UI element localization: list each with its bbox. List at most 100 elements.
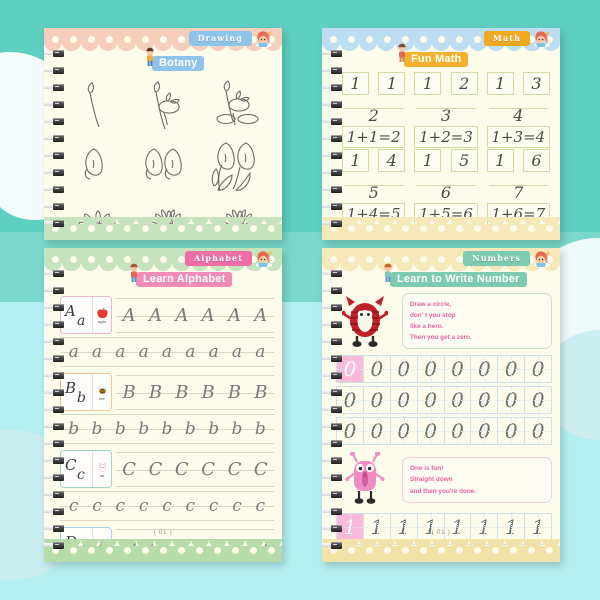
math-operand-box[interactable]: 6 <box>522 148 550 172</box>
number-trace-row[interactable]: 11111111 <box>336 513 552 541</box>
number-trace-cell[interactable]: 1 <box>389 513 417 541</box>
numbers-sections: Draw a circle, don' t you stop like a hero… <box>336 292 552 562</box>
math-fork-connector <box>487 172 550 185</box>
drawing-step <box>203 76 274 134</box>
letter-card[interactable]: Bb bee <box>60 373 112 411</box>
kid-icon <box>130 263 138 282</box>
uppercase-trace-lines[interactable]: AAAAAA <box>116 296 274 334</box>
number-trace-cell[interactable]: 0 <box>497 417 525 445</box>
math-problem: 1 3 4 1+3=4 <box>486 72 550 148</box>
math-operand-box[interactable]: 1 <box>342 148 369 172</box>
spiral-ring <box>44 508 66 515</box>
math-operand-box[interactable]: 1 <box>414 72 442 95</box>
trace-letter: B <box>122 381 136 403</box>
number-trace-cell[interactable]: 0 <box>497 386 525 414</box>
spiral-binding-math <box>322 28 344 240</box>
math-equation-box[interactable]: 1+1=2 <box>342 125 406 148</box>
lowercase-trace-row[interactable]: bbbbbbbbb <box>60 413 274 445</box>
trace-letter: B <box>254 381 268 403</box>
spiral-ring <box>44 491 66 498</box>
botany-heading: Botany <box>146 47 205 71</box>
alphabet-letter-block: Bb bee B B B B B Bb b b b b b b b b <box>60 371 274 445</box>
math-operand-box[interactable]: 1 <box>486 72 514 95</box>
math-fork-connector <box>414 95 477 108</box>
math-problem-row: 1 4 5 1+4=5 1 5 6 1+5=6 1 6 7 1+6=7 <box>342 148 550 226</box>
trace-letter: c <box>162 496 172 516</box>
drawing-page[interactable]: Drawing Botany <box>44 28 282 240</box>
letter-card[interactable]: Aa apple <box>60 296 112 334</box>
number-trace-cell[interactable]: 0 <box>470 386 498 414</box>
math-operand-box[interactable]: 2 <box>450 72 478 95</box>
spiral-ring <box>44 474 66 481</box>
alphabet-page[interactable]: Alphabet Learn Alphabet Aa apple A A A A A Aa a a… <box>44 248 282 562</box>
math-equation-box[interactable]: 1+2=3 <box>414 125 478 148</box>
number-trace-cell[interactable]: 0 <box>497 355 525 383</box>
number-trace-cell[interactable]: 0 <box>443 355 471 383</box>
number-trace-cell[interactable]: 0 <box>524 386 552 414</box>
math-operand-box[interactable]: 1 <box>486 148 514 172</box>
number-trace-cell[interactable]: 0 <box>389 417 417 445</box>
lowercase-trace-row[interactable]: aaaaaaaaa <box>60 336 274 368</box>
trace-letter: C <box>253 458 268 480</box>
trace-letter: B <box>201 381 215 403</box>
spiral-ring <box>44 118 66 125</box>
number-trace-row[interactable]: 00000000 <box>336 417 552 445</box>
spiral-ring <box>44 321 66 328</box>
spiral-ring <box>44 50 66 57</box>
math-operand-box[interactable]: 5 <box>450 148 478 172</box>
math-page[interactable]: Math Fun Math 1 1 2 1+1=2 1 2 3 1+2=3 1 3 4 1+3=4 1… <box>322 28 560 240</box>
spiral-ring <box>322 491 344 498</box>
number-trace-cell[interactable]: 0 <box>362 417 390 445</box>
math-problem-row: 1 1 2 1+1=2 1 2 3 1+2=3 1 3 4 1+3=4 <box>342 72 550 149</box>
spiral-ring <box>322 135 344 142</box>
math-operand-box[interactable]: 4 <box>378 148 406 172</box>
number-trace-cell[interactable]: 0 <box>362 386 390 414</box>
number-trace-cell[interactable]: 1 <box>524 513 552 541</box>
letter-uppercase: C <box>65 456 77 474</box>
trace-letter: a <box>68 342 79 362</box>
number-trace-cell[interactable]: 0 <box>389 355 417 383</box>
spiral-ring <box>44 304 66 311</box>
number-trace-cell[interactable]: 0 <box>416 417 444 445</box>
numbers-page[interactable]: Numbers Learn to Write Number Draw a cir… <box>322 248 560 562</box>
number-trace-cell[interactable]: 0 <box>416 386 444 414</box>
number-trace-cell[interactable]: 0 <box>443 417 471 445</box>
number-trace-cell[interactable]: 0 <box>470 355 498 383</box>
mascot-and-rhyme: One is fun! Straight down and then you're … <box>336 452 552 508</box>
uppercase-trace-lines[interactable]: CCCCCC <box>116 450 274 488</box>
math-operand-box[interactable]: 1 <box>378 72 406 95</box>
uppercase-trace-lines[interactable]: BBBBBB <box>116 373 274 411</box>
trace-letter: C <box>201 458 216 480</box>
lowercase-trace-row[interactable]: ccccccccc <box>60 490 274 522</box>
trace-letter: a <box>255 342 266 362</box>
number-trace-cell[interactable]: 1 <box>362 513 390 541</box>
number-trace-cell[interactable]: 1 <box>416 513 444 541</box>
cat-icon: cat <box>92 451 111 487</box>
number-trace-cell[interactable]: 1 <box>497 513 525 541</box>
spiral-ring <box>322 372 344 379</box>
number-trace-cell[interactable]: 0 <box>362 355 390 383</box>
number-trace-cell[interactable]: 0 <box>443 386 471 414</box>
number-trace-cell[interactable]: 1 <box>470 513 498 541</box>
letter-card[interactable]: Cc cat <box>60 450 112 488</box>
number-trace-cell[interactable]: 0 <box>470 417 498 445</box>
number-trace-cell[interactable]: 0 <box>416 355 444 383</box>
math-equation-box[interactable]: 1+3=4 <box>486 125 550 148</box>
alphabet-page-number: ( 01 ) <box>153 529 173 536</box>
spiral-ring <box>44 220 66 227</box>
bee-icon: bee <box>92 374 111 410</box>
math-problem: 1 1 2 1+1=2 <box>342 72 406 148</box>
number-trace-cell[interactable]: 0 <box>389 386 417 414</box>
math-problem: 1 6 7 1+6=7 <box>486 148 550 225</box>
number-trace-cell[interactable]: 0 <box>524 355 552 383</box>
number-trace-row[interactable]: 00000000 <box>336 355 552 383</box>
number-trace-row[interactable]: 00000000 <box>336 386 552 414</box>
trace-letter: A <box>227 304 241 326</box>
math-operand-box[interactable]: 3 <box>522 72 550 95</box>
rhyme-line: Then you get a zero. <box>410 334 472 342</box>
math-operand-box[interactable]: 1 <box>342 72 369 95</box>
number-trace-cell[interactable]: 0 <box>524 417 552 445</box>
number-trace-cell[interactable]: 1 <box>443 513 471 541</box>
math-operand-box[interactable]: 1 <box>414 148 442 172</box>
trace-letter: c <box>138 496 149 516</box>
